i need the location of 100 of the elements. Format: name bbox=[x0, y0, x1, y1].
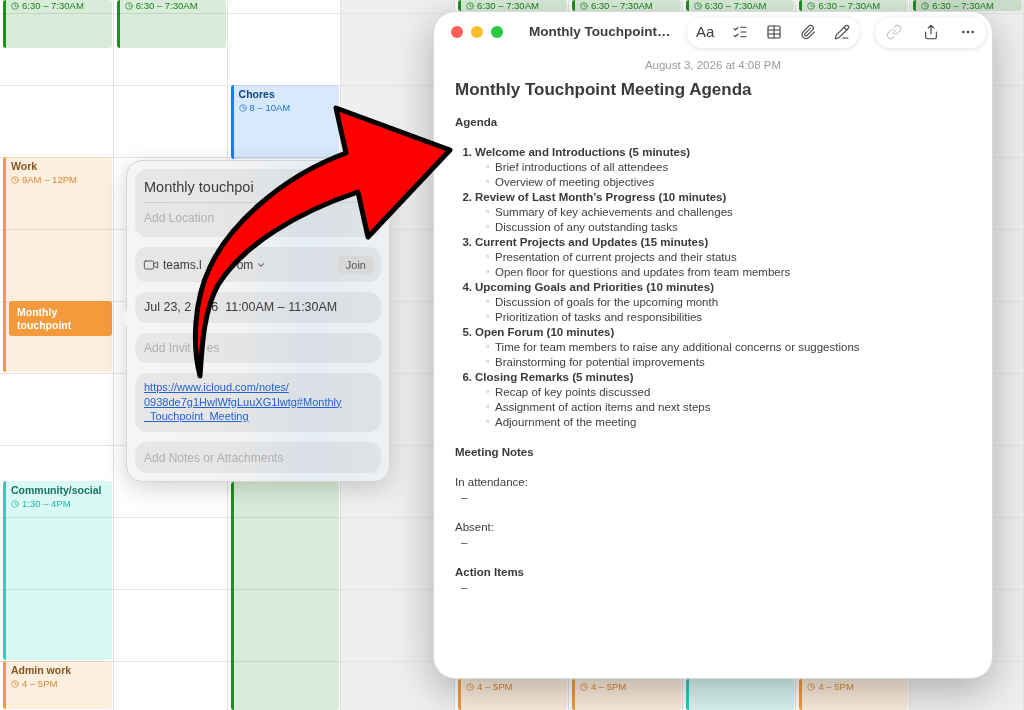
event-title: Work bbox=[11, 160, 38, 173]
calendar-event[interactable]: 6:30 – 7:30AM bbox=[799, 0, 909, 11]
list-item-text: Assignment of action items and next steps bbox=[495, 400, 711, 415]
calendar-event[interactable] bbox=[230, 482, 340, 710]
paperclip-icon[interactable] bbox=[800, 24, 817, 40]
list-item-text: Summary of key achievements and challenges bbox=[495, 205, 733, 220]
bullet-marker: ◦ bbox=[485, 176, 492, 189]
list-number: 6. bbox=[461, 370, 472, 385]
bullet-marker: ◦ bbox=[485, 311, 492, 324]
video-call-link[interactable]: teams.l bbox=[163, 255, 202, 274]
calendar-event[interactable]: Chores 8 – 10AM bbox=[230, 85, 340, 159]
note-text: In attendance: bbox=[455, 475, 528, 490]
list-number: 1. bbox=[461, 145, 472, 160]
calendar-event[interactable]: 6:30 – 7:30AM bbox=[3, 0, 112, 48]
list-item-text: Time for team members to raise any additional concerns or suggestions bbox=[495, 340, 860, 355]
section-heading: Agenda bbox=[455, 115, 498, 130]
list-item-text: Brainstorming for potential improvements bbox=[495, 355, 705, 370]
section-heading: Meeting Notes bbox=[455, 445, 534, 460]
list-item-text: Current Projects and Updates (15 minutes) bbox=[475, 235, 709, 250]
list-number: 2. bbox=[461, 190, 472, 205]
event-time: 4 – 5PM bbox=[477, 681, 513, 692]
bullet-marker: ◦ bbox=[485, 356, 492, 369]
clock-icon bbox=[921, 1, 930, 10]
list-item-text: Discussion of any outstanding tasks bbox=[495, 220, 678, 235]
event-time: 8 – 10AM bbox=[249, 102, 291, 113]
calendar-event[interactable]: Community/social 1:30 – 4PM bbox=[3, 481, 112, 660]
bullet-marker: ◦ bbox=[485, 296, 492, 309]
list-item-text: Review of Last Month’s Progress (10 minutes) bbox=[475, 190, 727, 205]
event-time: 9AM – 12PM bbox=[22, 174, 77, 185]
pencil-icon[interactable] bbox=[834, 24, 850, 40]
event-time: 6:30 – 7:30AM bbox=[22, 0, 84, 11]
calendar-event[interactable]: 4 – 5PM bbox=[571, 679, 681, 710]
list-number: 4. bbox=[461, 280, 472, 295]
clock-icon bbox=[11, 175, 19, 184]
bullet-marker: – bbox=[461, 535, 468, 550]
clock-icon bbox=[238, 103, 247, 112]
event-title: Community/social bbox=[11, 484, 102, 497]
note-link[interactable]: https://www.icloud.com/notes/ 0938de7g1HwlWfgLuuXG1lwtg#Monthly _Touchpoint_Meeting bbox=[144, 380, 342, 424]
clock-icon bbox=[807, 1, 816, 10]
clock-icon bbox=[579, 682, 588, 691]
bullet-marker: ◦ bbox=[485, 266, 492, 279]
table-icon[interactable] bbox=[766, 24, 783, 40]
calendar-event[interactable]: Admin work 4 – 5PM bbox=[3, 661, 112, 709]
calendar-event[interactable]: 6:30 – 7:30AM bbox=[913, 0, 1022, 11]
bullet-marker: ◦ bbox=[485, 341, 492, 354]
share-icon[interactable] bbox=[922, 24, 939, 40]
clock-icon bbox=[124, 1, 133, 10]
calendar-event[interactable]: 6:30 – 7:30AM bbox=[116, 0, 226, 48]
event-time: 4 – 5PM bbox=[22, 678, 58, 689]
list-item-text: Overview of meeting objectives bbox=[495, 175, 655, 190]
bullet-marker: ◦ bbox=[485, 161, 492, 174]
calendar-event[interactable]: 6:30 – 7:30AM bbox=[685, 0, 795, 11]
clock-icon bbox=[579, 1, 588, 10]
bullet-marker: ◦ bbox=[485, 416, 492, 429]
date-time-field[interactable]: Jul 23, 2 6 11:00AM – 11:30AM bbox=[135, 292, 381, 323]
calendar-event[interactable]: 6:30 – 7:30AM bbox=[458, 0, 567, 11]
event-time: 1:30 – 4PM bbox=[22, 498, 71, 509]
section-heading: Action Items bbox=[455, 565, 524, 580]
event-time: 6:30 – 7:30AM bbox=[590, 0, 653, 11]
list-number: 3. bbox=[461, 235, 472, 250]
bullet-marker: ◦ bbox=[485, 386, 492, 399]
event-title: Chores bbox=[238, 88, 275, 101]
list-item-text: Open floor for questions and updates from team members bbox=[495, 265, 791, 280]
calendar-event[interactable]: 6:30 – 7:30AM bbox=[571, 0, 681, 11]
window-title: Monthly Touchpoint… bbox=[529, 22, 671, 41]
join-button[interactable]: Join bbox=[337, 255, 374, 274]
close-icon[interactable] bbox=[451, 26, 463, 38]
note-title: Monthly Touchpoint Meeting Agenda bbox=[455, 79, 752, 101]
list-item-text: Upcoming Goals and Priorities (10 minutes) bbox=[475, 280, 714, 295]
bullet-marker: ◦ bbox=[485, 206, 492, 219]
list-item-text: Recap of key points discussed bbox=[495, 385, 651, 400]
event-time: 6:30 – 7:30AM bbox=[818, 0, 881, 11]
clock-icon bbox=[11, 499, 19, 508]
bullet-marker: – bbox=[461, 580, 468, 595]
calendar-event[interactable]: 4 – 5PM bbox=[458, 679, 567, 710]
list-number: 5. bbox=[461, 325, 472, 340]
clock-icon bbox=[466, 682, 475, 691]
note-text: Absent: bbox=[455, 520, 494, 535]
event-time: 4 – 5PM bbox=[818, 681, 854, 692]
event-time: 4 – 5PM bbox=[590, 681, 627, 692]
calendar-event[interactable]: 4 – 5PM bbox=[799, 679, 909, 710]
bullet-marker: ◦ bbox=[485, 251, 492, 264]
title-field[interactable]: Monthly touchpoi bbox=[144, 177, 254, 197]
event-time: 6:30 – 7:30AM bbox=[932, 0, 994, 11]
event-time: 6:30 – 7:30AM bbox=[135, 0, 198, 11]
event-time: 6:30 – 7:30AM bbox=[704, 0, 767, 11]
event-time: 6:30 – 7:30AM bbox=[477, 0, 539, 11]
fullscreen-icon[interactable] bbox=[491, 26, 503, 38]
list-item-text: Open Forum (10 minutes) bbox=[475, 325, 615, 340]
text-format-button[interactable]: Aa bbox=[695, 23, 715, 41]
clock-icon bbox=[466, 1, 475, 10]
clock-icon bbox=[11, 679, 19, 688]
checklist-icon[interactable] bbox=[732, 24, 749, 40]
calendar-event[interactable]: Work 9AM – 12PM Monthly touchpoint bbox=[3, 157, 112, 372]
bullet-marker: ◦ bbox=[485, 401, 492, 414]
clock-icon bbox=[11, 1, 19, 10]
note-date: August 3, 2026 at 4:08 PM bbox=[644, 58, 782, 73]
list-item-text: Prioritization of tasks and responsibilities bbox=[495, 310, 703, 325]
video-call-link[interactable]: om bbox=[236, 255, 254, 274]
list-item-text: Discussion of goals for the upcoming month bbox=[495, 295, 719, 310]
